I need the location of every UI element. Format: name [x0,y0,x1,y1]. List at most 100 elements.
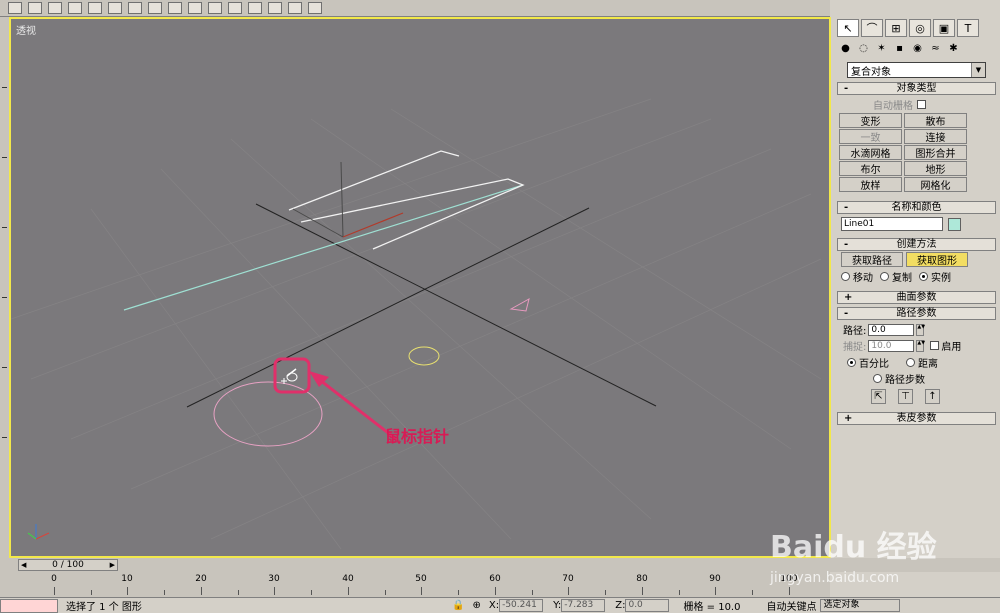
loft-button[interactable]: 放样 [839,177,902,192]
instance-radio[interactable] [919,272,928,281]
track-ruler[interactable]: 0 10 20 30 40 50 60 70 80 90 100 [0,572,830,597]
spacewarps-icon[interactable]: ≈ [929,42,942,55]
panel-tabs: ↖ ⌒ ⊞ ◎ ▣ T [833,17,1000,39]
utilities-tab-icon[interactable]: T [957,19,979,37]
get-shape-button[interactable]: 获取图形 [906,252,968,267]
path-mode-row: 百分比 距离 [847,355,1000,370]
redo-icon[interactable] [48,2,62,14]
angle-snap-icon[interactable] [268,2,282,14]
scatter-button[interactable]: 散布 [904,113,967,128]
object-name-input[interactable]: Line01 [841,217,943,231]
color-swatch[interactable] [948,217,961,231]
path-line01 [123,184,524,311]
terrain-button[interactable]: 地形 [904,161,967,176]
shapemerge-button[interactable]: 图形合并 [904,145,967,160]
enable-checkbox[interactable] [930,341,940,350]
pick-shape-icon[interactable]: ⇱ [871,389,886,404]
scale-icon[interactable] [188,2,202,14]
conform-button[interactable]: 一致 [839,129,902,144]
main-toolbar [0,0,830,17]
autogrid-row: 自动栅格 [873,97,1000,112]
rollout-title: 创建方法 [896,239,937,250]
ruler-label: 10 [121,574,133,584]
lights-icon[interactable]: ✶ [875,42,888,55]
ruler-label: 60 [489,574,501,584]
align-shape-icon[interactable]: ⊤ [898,389,913,404]
y-coordinate-field[interactable]: -7.283 [561,599,606,612]
motion-tab-icon[interactable]: ◎ [909,19,931,37]
rollout-skin-params[interactable]: + 表皮参数 [837,412,996,425]
move-icon[interactable] [148,2,162,14]
autogrid-checkbox[interactable] [917,100,926,109]
create-tab-icon[interactable]: ↖ [837,19,859,37]
select-region-icon[interactable] [108,2,122,14]
rollout-title: 曲面参数 [896,292,937,303]
align-icon[interactable] [228,2,242,14]
unlink-icon[interactable] [88,2,102,14]
move-up-icon[interactable]: ↑ [925,389,940,404]
link-icon[interactable] [68,2,82,14]
callout-label: 鼠标指针 [385,427,450,446]
axis-tripod-icon [27,524,50,540]
undo-icon[interactable] [28,2,42,14]
snap-spinner-icon[interactable]: ▲▼ [916,339,925,352]
mirror-icon[interactable] [208,2,222,14]
boolean-button[interactable]: 布尔 [839,161,902,176]
helpers-icon[interactable]: ◉ [911,42,924,55]
collapse-icon: - [844,308,849,319]
blobmesh-button[interactable]: 水滴网格 [839,145,902,160]
systems-icon[interactable]: ✱ [947,42,960,55]
display-tab-icon[interactable]: ▣ [933,19,955,37]
selection-filter-dropdown[interactable]: 选定对象 [820,599,901,612]
distance-radio[interactable] [906,358,915,367]
material-editor-icon[interactable] [288,2,302,14]
x-coordinate-field[interactable]: -50.241 [499,599,544,612]
distance-label: 距离 [918,359,938,370]
rotate-icon[interactable] [168,2,182,14]
percent-radio[interactable] [847,358,856,367]
shape-outline-bottom [300,178,525,250]
category-dropdown-value: 复合对象 [851,66,891,78]
transform-mode-icon[interactable]: ⊕ [472,600,480,611]
autogrid-label: 自动栅格 [873,101,913,112]
snap-icon[interactable] [248,2,262,14]
move-radio[interactable] [841,272,850,281]
path-spinner-icon[interactable]: ▲▼ [916,323,925,336]
rollout-object-type[interactable]: - 对象类型 [837,82,996,95]
command-panel: ↖ ⌒ ⊞ ◎ ▣ T ● ◌ ✶ ▪ ◉ ≈ ✱ 复合对象 ▼ - 对象类型 … [833,17,1000,558]
rollout-surface-params[interactable]: + 曲面参数 [837,291,996,304]
shapes-icon[interactable]: ◌ [857,42,870,55]
modify-tab-icon[interactable]: ⌒ [861,19,883,37]
mesher-button[interactable]: 网格化 [904,177,967,192]
perspective-viewport[interactable]: 透视 [9,17,831,558]
rollout-name-color[interactable]: - 名称和颜色 [837,201,996,214]
copy-radio[interactable] [880,272,889,281]
select-by-name-icon[interactable] [128,2,142,14]
select-icon[interactable] [8,2,22,14]
selection-status: 选择了 1 个 图形 [66,602,142,613]
cameras-icon[interactable]: ▪ [893,42,906,55]
expand-icon: + [844,413,853,424]
snap-label: 捕捉: [843,342,867,353]
render-icon[interactable] [308,2,322,14]
rollout-path-params[interactable]: - 路径参数 [837,307,996,320]
time-slider[interactable]: ◀ 0 / 100 ▶ [18,559,118,571]
category-dropdown[interactable]: 复合对象 ▼ [847,62,986,78]
lock-icon[interactable]: 🔒 [452,600,464,611]
auto-key-button[interactable]: 自动关键点 [766,598,816,613]
connect-button[interactable]: 连接 [904,129,967,144]
move-label: 移动 [853,273,873,284]
morph-button[interactable]: 变形 [839,113,902,128]
hierarchy-tab-icon[interactable]: ⊞ [885,19,907,37]
cursor-highlight-box [273,357,311,394]
snap-input[interactable]: 10.0 [868,339,915,352]
z-coordinate-field[interactable]: 0.0 [625,599,670,612]
get-path-button[interactable]: 获取路径 [841,252,903,267]
rollout-creation-method[interactable]: - 创建方法 [837,238,996,251]
path-steps-radio[interactable] [873,374,882,383]
maxscript-listener[interactable] [0,598,58,613]
path-input[interactable]: 0.0 [868,323,915,336]
geometry-icon[interactable]: ● [839,42,852,55]
viewport-scene [11,98,822,550]
ruler-label: 0 [51,574,57,584]
